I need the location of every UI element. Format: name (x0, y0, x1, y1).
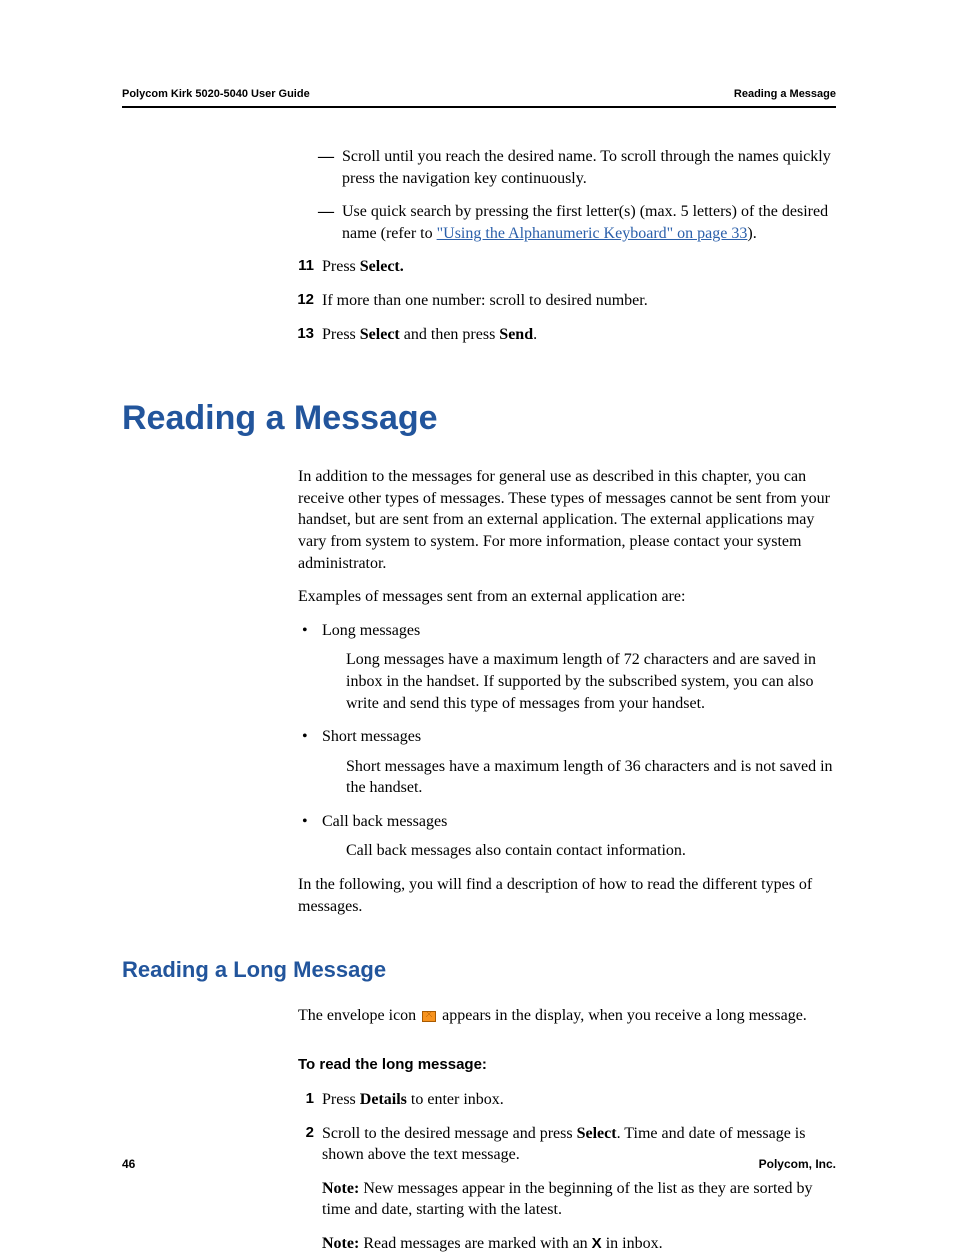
page: Polycom Kirk 5020-5040 User Guide Readin… (0, 0, 954, 1235)
running-header: Polycom Kirk 5020-5040 User Guide Readin… (122, 88, 836, 100)
section-body: The envelope icon appears in the display… (298, 1005, 836, 1254)
heading-reading-long-message: Reading a Long Message (122, 957, 836, 983)
text: in inbox. (602, 1235, 663, 1252)
bullet-desc: Long messages have a maximum length of 7… (322, 649, 836, 714)
bullet-list: Long messages Long messages have a maxim… (298, 620, 836, 862)
dash-item: Scroll until you reach the desired name.… (298, 146, 836, 189)
header-right: Reading a Message (734, 88, 836, 100)
step-item: 13Press Select and then press Send. (298, 324, 836, 346)
ui-label: Select. (360, 258, 404, 275)
text: Press (322, 326, 360, 343)
page-number: 46 (122, 1157, 135, 1171)
text: Press (322, 258, 360, 275)
header-left: Polycom Kirk 5020-5040 User Guide (122, 88, 310, 100)
bullet-item: Long messages Long messages have a maxim… (298, 620, 836, 714)
dash-item: Use quick search by pressing the first l… (298, 201, 836, 244)
ui-label: Select (360, 326, 400, 343)
x-mark-icon: X (592, 1235, 602, 1252)
step-item: 11Press Select. (298, 256, 836, 278)
footer: 46 Polycom, Inc. (122, 1157, 836, 1171)
step-number: 11 (288, 256, 314, 276)
text: Scroll to the desired message and press (322, 1125, 577, 1142)
text: Press (322, 1091, 360, 1108)
bullet-item: Short messages Short messages have a max… (298, 726, 836, 799)
text: If more than one number: scroll to desir… (322, 292, 648, 309)
envelope-icon (422, 1011, 436, 1022)
step-number: 12 (288, 290, 314, 310)
text: ). (747, 225, 756, 242)
text: Read messages are marked with an (359, 1235, 591, 1252)
ui-label: Select (577, 1125, 617, 1142)
section-body: In addition to the messages for general … (298, 466, 836, 917)
bullet-title: Short messages (322, 728, 421, 745)
heading-to-read-long-message: To read the long message: (298, 1055, 836, 1075)
numbered-steps: 11Press Select. 12If more than one numbe… (298, 256, 836, 345)
text: and then press (400, 326, 500, 343)
xref-link[interactable]: "Using the Alphanumeric Keyboard" on pag… (437, 225, 748, 242)
paragraph: Examples of messages sent from an extern… (298, 586, 836, 608)
paragraph: In the following, you will find a descri… (298, 874, 836, 917)
text: . (533, 326, 537, 343)
dash-list: Scroll until you reach the desired name.… (298, 146, 836, 244)
text: New messages appear in the beginning of … (322, 1180, 813, 1219)
step-item: 1Press Details to enter inbox. (298, 1089, 836, 1111)
footer-company: Polycom, Inc. (759, 1157, 836, 1171)
step-number: 13 (288, 324, 314, 344)
paragraph: In addition to the messages for general … (298, 466, 836, 574)
numbered-steps: 1Press Details to enter inbox. 2Scroll t… (298, 1089, 836, 1166)
text: to enter inbox. (407, 1091, 504, 1108)
text: appears in the display, when you receive… (438, 1007, 807, 1024)
note-label: Note: (322, 1235, 359, 1252)
bullet-item: Call back messages Call back messages al… (298, 811, 836, 862)
bullet-desc: Call back messages also contain contact … (322, 840, 836, 862)
bullet-desc: Short messages have a maximum length of … (322, 756, 836, 799)
paragraph: The envelope icon appears in the display… (298, 1005, 836, 1027)
step-number: 2 (288, 1123, 314, 1143)
note-label: Note: (322, 1180, 359, 1197)
step-item: 12If more than one number: scroll to des… (298, 290, 836, 312)
note: Note: New messages appear in the beginni… (298, 1178, 836, 1221)
bullet-title: Long messages (322, 622, 420, 639)
bullet-title: Call back messages (322, 813, 447, 830)
ui-label: Details (360, 1091, 407, 1108)
step-number: 1 (288, 1089, 314, 1109)
note: Note: Read messages are marked with an X… (298, 1233, 836, 1255)
body-column: Scroll until you reach the desired name.… (298, 108, 836, 345)
text: The envelope icon (298, 1007, 420, 1024)
heading-reading-a-message: Reading a Message (122, 399, 836, 438)
ui-label: Send (499, 326, 533, 343)
